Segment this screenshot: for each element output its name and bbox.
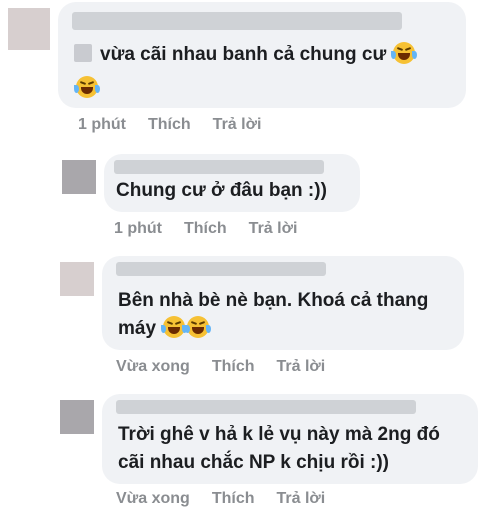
comment-text: Chung cư ở đâu bạn :)) [116,180,327,201]
comment-actions: 1 phút Thích Trả lời [114,220,319,238]
comment-actions: 1 phút Thích Trả lời [78,116,283,134]
comment-text: vừa cãi nhau banh cả chung cư [74,38,418,72]
timestamp[interactable]: 1 phút [78,116,126,133]
like-link[interactable]: Thích [212,358,255,375]
reply-link[interactable]: Trả lời [249,220,298,237]
like-link[interactable]: Thích [184,220,227,237]
mention-redacted [74,44,92,62]
comment-actions: Vừa xong Thích Trả lời [116,490,347,508]
comment-text-line2: cãi nhau chắc NP k chịu rồi :)) [118,452,389,473]
reply-link[interactable]: Trả lời [277,490,326,507]
laughing-tears-icon [391,42,418,64]
author-name-redacted[interactable] [116,262,326,276]
comment-bubble: Chung cư ở đâu bạn :)) [104,154,360,212]
comment-text-line2: máy [118,312,212,346]
laughing-tears-icon [185,316,212,338]
timestamp[interactable]: Vừa xong [116,358,190,375]
timestamp[interactable]: Vừa xong [116,490,190,507]
author-name-redacted[interactable] [114,160,324,174]
reply-link[interactable]: Trả lời [213,116,262,133]
avatar[interactable] [60,262,94,296]
laughing-tears-icon [161,316,188,338]
comment-bubble: Bên nhà bè nè bạn. Khoá cả thang máy [102,256,464,350]
avatar[interactable] [8,8,50,50]
avatar[interactable] [62,160,96,194]
like-link[interactable]: Thích [148,116,191,133]
timestamp[interactable]: 1 phút [114,220,162,237]
author-name-redacted[interactable] [116,400,416,414]
author-name-redacted[interactable] [72,12,402,30]
comment-bubble: vừa cãi nhau banh cả chung cư [58,2,466,108]
reply-link[interactable]: Trả lời [277,358,326,375]
like-link[interactable]: Thích [212,490,255,507]
avatar[interactable] [60,400,94,434]
laughing-tears-icon [74,76,100,98]
comment-bubble: Trời ghê v hả k lẻ vụ này mà 2ng đó cãi … [102,394,478,484]
comment-actions: Vừa xong Thích Trả lời [116,358,347,376]
